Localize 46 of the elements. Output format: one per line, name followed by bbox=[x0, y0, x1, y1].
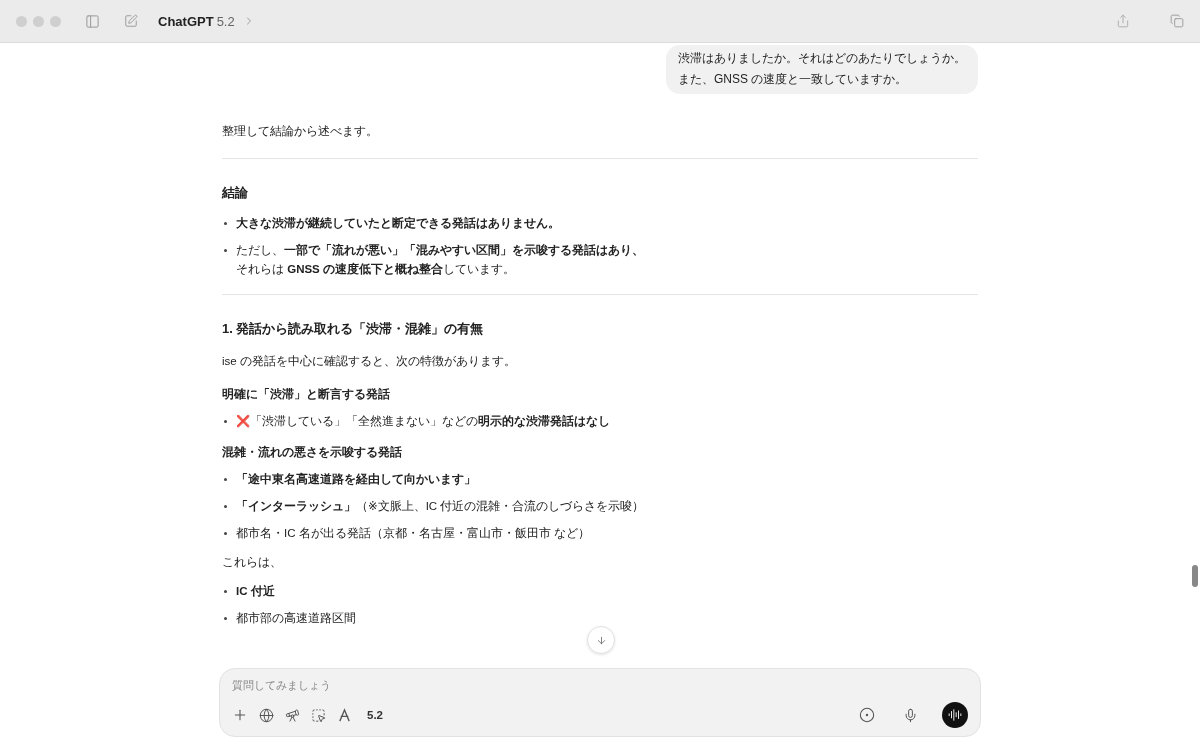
bullet-icon bbox=[224, 249, 227, 252]
bullet-text: 大きな渋滞が継続していたと断定できる発話はありません。 bbox=[236, 215, 560, 232]
bullet-text: 都市部の高速道路区間 bbox=[236, 611, 356, 626]
user-message-line: 渋滞はありましたか。それはどのあたりでしょうか。 bbox=[678, 50, 966, 67]
bullet-icon bbox=[224, 532, 227, 535]
bullet-icon bbox=[224, 222, 227, 225]
bullet-text: 「インターラッシュ」（※文脈上、IC 付近の混雑・合流のしづらさを示唆） bbox=[236, 499, 645, 514]
bullet-icon bbox=[224, 617, 227, 620]
telescope-icon[interactable] bbox=[285, 707, 300, 723]
arrow-down-icon[interactable] bbox=[595, 634, 607, 646]
message-composer[interactable]: 質問してみましょう 5.2 bbox=[219, 668, 981, 737]
window-title: ChatGPT bbox=[158, 13, 214, 29]
answer-paragraph: 整理して結論から述べます。 bbox=[222, 125, 378, 137]
sidebar-toggle-icon[interactable] bbox=[85, 13, 100, 29]
user-message-line: また、GNSS の速度と一致していますか。 bbox=[678, 71, 909, 88]
bullet-text: ❌「渋滞している」「全然進まない」などの明示的な渋滞発話はなし bbox=[236, 414, 610, 430]
model-selector[interactable]: 5.2 bbox=[216, 13, 235, 29]
globe-icon[interactable] bbox=[259, 707, 274, 723]
microphone-icon[interactable] bbox=[903, 707, 918, 723]
window-icon[interactable] bbox=[1170, 14, 1184, 28]
audio-lines-icon[interactable] bbox=[948, 708, 962, 722]
voice-mode-button[interactable] bbox=[942, 702, 968, 728]
message-input[interactable]: 質問してみましょう bbox=[232, 677, 968, 693]
subsection-heading: 明確に「渋滞」と断言する発話 bbox=[222, 388, 390, 400]
bullet-text: 都市名・IC 名が出る発話（京都・名古屋・富山市・飯田市 など） bbox=[236, 526, 590, 542]
bullet-text: IC 付近 bbox=[236, 584, 275, 599]
share-icon[interactable] bbox=[1116, 14, 1130, 28]
scrollbar-thumb[interactable] bbox=[1192, 565, 1198, 587]
answer-paragraph: これらは、 bbox=[222, 556, 282, 568]
tool-icon[interactable] bbox=[337, 707, 352, 723]
record-icon[interactable] bbox=[859, 707, 875, 723]
bullet-text: 「途中東名高速道路を経由して向かいます」 bbox=[236, 471, 476, 488]
bullet-icon bbox=[224, 420, 227, 423]
model-button[interactable]: 5.2 bbox=[363, 709, 387, 721]
section-heading: 1. 発話から読み取れる「渋滞・混雑」の有無 bbox=[222, 321, 484, 336]
answer-paragraph: ise の発話を中心に確認すると、次の特徴があります。 bbox=[222, 355, 516, 367]
bullet-icon bbox=[224, 505, 227, 508]
plus-icon[interactable] bbox=[232, 707, 248, 723]
canvas-icon[interactable] bbox=[311, 707, 326, 723]
subsection-heading: 混雑・流れの悪さを示唆する発話 bbox=[222, 446, 402, 458]
bullet-text-line: それらは GNSS の速度低下と概ね整合しています。 bbox=[236, 261, 516, 277]
section-heading: 結論 bbox=[222, 185, 248, 200]
new-chat-icon[interactable] bbox=[124, 14, 138, 28]
bullet-text-line: ただし、一部で「流れが悪い」「混みやすい区間」を示唆する発話はあり、 bbox=[236, 242, 644, 259]
bullet-icon bbox=[224, 590, 227, 593]
bullet-icon bbox=[224, 478, 227, 481]
